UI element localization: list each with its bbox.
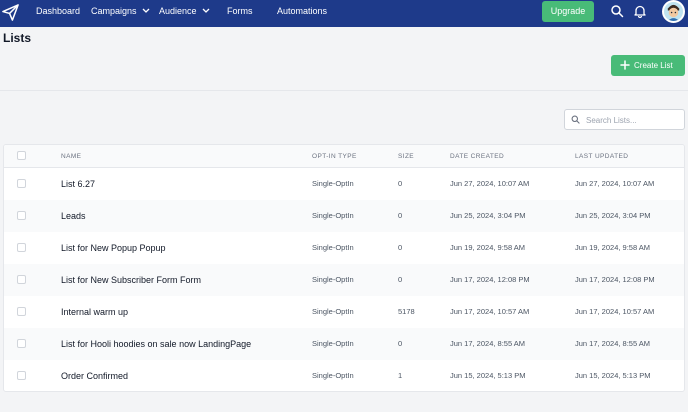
table-row[interactable]: List for Hooli hoodies on sale now Landi…	[4, 328, 684, 360]
list-name[interactable]: List 6.27	[61, 168, 95, 200]
select-all-checkbox[interactable]	[17, 151, 26, 160]
list-size: 0	[398, 179, 403, 188]
optin-type: Single-OptIn	[312, 179, 354, 188]
last-updated: Jun 27, 2024, 10:07 AM	[575, 179, 655, 188]
row-checkbox[interactable]	[17, 371, 26, 380]
row-checkbox[interactable]	[17, 307, 26, 316]
create-list-label: Create List	[634, 61, 673, 70]
table-row[interactable]: List for New Popup Popup Single-OptIn 0 …	[4, 232, 684, 264]
upgrade-button[interactable]: Upgrade	[542, 1, 594, 22]
create-list-button[interactable]: Create List	[611, 55, 685, 76]
nav-audience-label: Audience	[159, 6, 197, 16]
nav-automations[interactable]: Automations	[277, 0, 327, 23]
nav-forms[interactable]: Forms	[227, 0, 253, 23]
column-header-size[interactable]: SIZE	[398, 145, 414, 168]
top-navbar: Dashboard Campaigns Audience Forms Autom…	[0, 0, 688, 27]
nav-campaigns-label: Campaigns	[91, 6, 137, 16]
list-size: 5178	[398, 307, 415, 316]
list-name[interactable]: List for New Subscriber Form Form	[61, 264, 201, 296]
chevron-down-icon	[142, 8, 150, 13]
user-avatar[interactable]	[662, 0, 685, 23]
table-header: NAME OPT-IN TYPE SIZE DATE CREATED LAST …	[4, 145, 684, 168]
search-lists-input[interactable]	[586, 112, 682, 128]
nav-dashboard[interactable]: Dashboard	[36, 0, 80, 23]
row-checkbox[interactable]	[17, 211, 26, 220]
list-size: 0	[398, 211, 403, 220]
optin-type: Single-OptIn	[312, 243, 354, 252]
search-icon[interactable]	[610, 4, 624, 18]
row-checkbox[interactable]	[17, 243, 26, 252]
bell-icon[interactable]	[633, 4, 647, 18]
nav-campaigns[interactable]: Campaigns	[91, 0, 150, 23]
lists-table: NAME OPT-IN TYPE SIZE DATE CREATED LAST …	[3, 144, 685, 392]
search-icon	[571, 115, 580, 124]
date-created: Jun 27, 2024, 10:07 AM	[450, 179, 530, 188]
nav-automations-label: Automations	[277, 6, 328, 16]
list-size: 0	[398, 339, 403, 348]
list-name[interactable]: List for Hooli hoodies on sale now Landi…	[61, 328, 251, 360]
column-header-optin-type[interactable]: OPT-IN TYPE	[312, 145, 357, 168]
table-row[interactable]: Order Confirmed Single-OptIn 1 Jun 15, 2…	[4, 360, 684, 391]
page-header	[0, 27, 688, 91]
last-updated: Jun 17, 2024, 8:55 AM	[575, 339, 651, 348]
chevron-down-icon	[202, 8, 210, 13]
last-updated: Jun 19, 2024, 9:58 AM	[575, 243, 651, 252]
optin-type: Single-OptIn	[312, 339, 354, 348]
column-header-last-updated[interactable]: LAST UPDATED	[575, 145, 628, 168]
row-checkbox[interactable]	[17, 339, 26, 348]
list-size: 0	[398, 243, 403, 252]
date-created: Jun 17, 2024, 10:57 AM	[450, 307, 530, 316]
date-created: Jun 19, 2024, 9:58 AM	[450, 243, 526, 252]
list-name[interactable]: Leads	[61, 200, 86, 232]
list-name[interactable]: Order Confirmed	[61, 360, 128, 391]
search-lists	[564, 109, 685, 130]
column-header-date-created[interactable]: DATE CREATED	[450, 145, 504, 168]
avatar-face-icon	[664, 2, 683, 21]
list-size: 0	[398, 275, 403, 284]
date-created: Jun 15, 2024, 5:13 PM	[450, 371, 526, 380]
table-row[interactable]: Leads Single-OptIn 0 Jun 25, 2024, 3:04 …	[4, 200, 684, 232]
optin-type: Single-OptIn	[312, 275, 354, 284]
last-updated: Jun 25, 2024, 3:04 PM	[575, 211, 651, 220]
row-checkbox[interactable]	[17, 275, 26, 284]
table-row[interactable]: List 6.27 Single-OptIn 0 Jun 27, 2024, 1…	[4, 168, 684, 200]
optin-type: Single-OptIn	[312, 307, 354, 316]
list-size: 1	[398, 371, 403, 380]
nav-dashboard-label: Dashboard	[36, 6, 81, 16]
list-name[interactable]: List for New Popup Popup	[61, 232, 166, 264]
table-row[interactable]: List for New Subscriber Form Form Single…	[4, 264, 684, 296]
table-row[interactable]: Internal warm up Single-OptIn 5178 Jun 1…	[4, 296, 684, 328]
optin-type: Single-OptIn	[312, 211, 354, 220]
column-header-name[interactable]: NAME	[61, 145, 81, 168]
nav-forms-label: Forms	[227, 6, 253, 16]
optin-type: Single-OptIn	[312, 371, 354, 380]
last-updated: Jun 17, 2024, 10:57 AM	[575, 307, 655, 316]
date-created: Jun 17, 2024, 12:08 PM	[450, 275, 530, 284]
date-created: Jun 25, 2024, 3:04 PM	[450, 211, 526, 220]
paper-plane-logo-icon[interactable]	[1, 3, 20, 22]
nav-audience[interactable]: Audience	[159, 0, 210, 23]
page-title: Lists	[3, 31, 32, 45]
row-checkbox[interactable]	[17, 179, 26, 188]
list-name[interactable]: Internal warm up	[61, 296, 128, 328]
date-created: Jun 17, 2024, 8:55 AM	[450, 339, 526, 348]
last-updated: Jun 17, 2024, 12:08 PM	[575, 275, 655, 284]
plus-icon	[620, 60, 630, 70]
last-updated: Jun 15, 2024, 5:13 PM	[575, 371, 651, 380]
